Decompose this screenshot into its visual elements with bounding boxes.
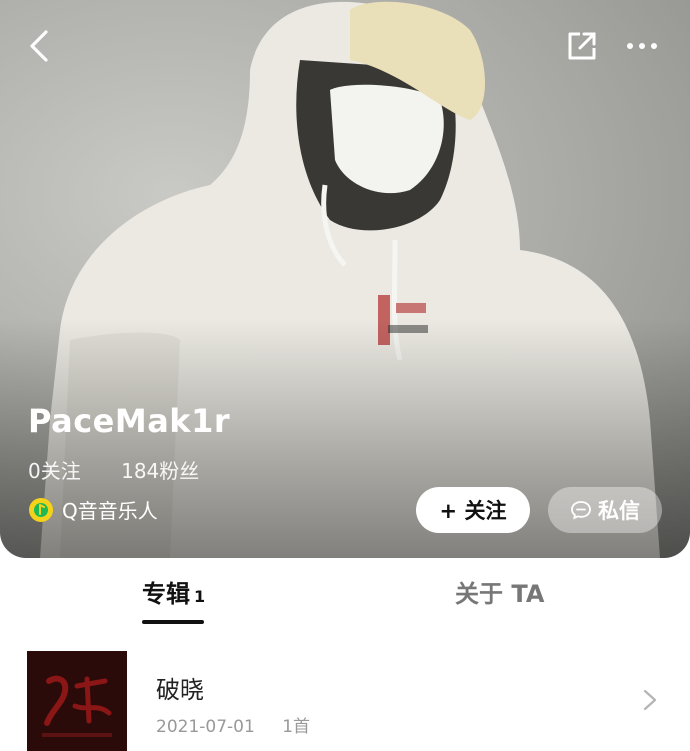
chevron-right-icon — [643, 689, 657, 711]
album-track-count: 1首 — [282, 717, 311, 737]
chevron-left-icon — [30, 30, 48, 62]
follow-button[interactable]: + 关注 — [416, 487, 530, 533]
tab-about[interactable]: 关于 TA — [455, 574, 544, 609]
artist-name: PaceMak1r — [28, 402, 231, 440]
profile-stats: 0关注 184粉丝 — [28, 455, 233, 484]
tab-albums-label: 专辑 — [142, 580, 190, 608]
tab-albums[interactable]: 专辑 1 — [142, 574, 205, 609]
share-icon — [568, 32, 596, 60]
share-button[interactable] — [560, 24, 604, 68]
more-button[interactable] — [620, 24, 664, 68]
message-label: 私信 — [598, 499, 640, 523]
qq-music-icon — [29, 497, 53, 522]
message-button[interactable]: 私信 — [548, 487, 662, 533]
followers-count[interactable]: 184粉丝 — [121, 459, 199, 483]
chat-bubble-icon — [571, 501, 591, 520]
tab-albums-count: 1 — [194, 587, 206, 606]
musician-badge[interactable]: Q音音乐人 — [28, 495, 158, 524]
album-title: 破晓 — [156, 676, 204, 704]
profile-tabs: 专辑 1 关于 TA — [0, 558, 690, 628]
album-list-item[interactable]: 破晓 2021-07-01 1首 — [0, 640, 690, 751]
active-tab-indicator — [142, 620, 204, 624]
album-cover — [27, 651, 127, 751]
more-icon — [627, 43, 657, 49]
album-date: 2021-07-01 — [156, 717, 255, 737]
album-meta: 2021-07-01 1首 — [156, 712, 332, 737]
back-button[interactable] — [18, 24, 62, 68]
following-count[interactable]: 0关注 — [28, 459, 81, 483]
profile-header: PaceMak1r 0关注 184粉丝 Q音音乐人 + 关注 私信 — [0, 0, 690, 558]
badge-label: Q音音乐人 — [62, 499, 158, 523]
album-cover-art — [27, 651, 127, 751]
